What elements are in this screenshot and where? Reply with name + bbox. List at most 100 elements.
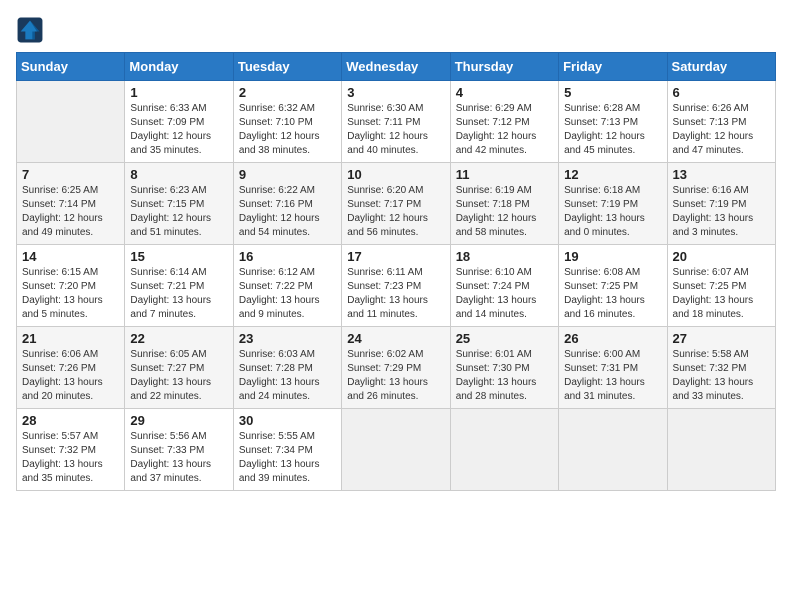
day-number: 1	[130, 85, 227, 100]
day-number: 30	[239, 413, 336, 428]
day-number: 4	[456, 85, 553, 100]
cell-sun-info: Sunrise: 6:10 AMSunset: 7:24 PMDaylight:…	[456, 266, 553, 322]
day-number: 12	[564, 167, 661, 182]
day-number: 7	[22, 167, 119, 182]
calendar-cell: 16 Sunrise: 6:12 AMSunset: 7:22 PMDayligh…	[233, 245, 341, 327]
calendar-cell: 13 Sunrise: 6:16 AMSunset: 7:19 PMDayligh…	[667, 163, 775, 245]
weekday-header-row: SundayMondayTuesdayWednesdayThursdayFrid…	[17, 53, 776, 81]
calendar-cell: 23Sunrise: 6:03 AMSunset: 7:28 PMDayligh…	[233, 327, 341, 409]
calendar-cell: 1 Sunrise: 6:33 AMSunset: 7:09 PMDaylight…	[125, 81, 233, 163]
day-number: 20	[673, 249, 770, 264]
day-number: 13	[673, 167, 770, 182]
calendar-cell: 11 Sunrise: 6:19 AMSunset: 7:18 PMDayligh…	[450, 163, 558, 245]
day-number: 8	[130, 167, 227, 182]
weekday-header-saturday: Saturday	[667, 53, 775, 81]
day-number: 29	[130, 413, 227, 428]
cell-sun-info: Sunrise: 6:19 AMSunset: 7:18 PMDaylight:…	[456, 184, 553, 240]
day-number: 2	[239, 85, 336, 100]
cell-sun-info: Sunrise: 6:01 AMSunset: 7:30 PMDaylight:…	[456, 348, 553, 404]
day-number: 25	[456, 331, 553, 346]
calendar-cell: 29 Sunrise: 5:56 AMSunset: 7:33 PMDayligh…	[125, 409, 233, 491]
calendar-cell: 19 Sunrise: 6:08 AMSunset: 7:25 PMDayligh…	[559, 245, 667, 327]
day-number: 6	[673, 85, 770, 100]
header	[16, 16, 776, 44]
calendar-cell: 22Sunrise: 6:05 AMSunset: 7:27 PMDayligh…	[125, 327, 233, 409]
day-number: 11	[456, 167, 553, 182]
cell-sun-info: Sunrise: 5:55 AMSunset: 7:34 PMDaylight:…	[239, 430, 336, 486]
cell-sun-info: Sunrise: 6:08 AMSunset: 7:25 PMDaylight:…	[564, 266, 661, 322]
calendar-cell: 4 Sunrise: 6:29 AMSunset: 7:12 PMDaylight…	[450, 81, 558, 163]
cell-sun-info: Sunrise: 6:03 AMSunset: 7:28 PMDaylight:…	[239, 348, 336, 404]
cell-sun-info: Sunrise: 6:25 AMSunset: 7:14 PMDaylight:…	[22, 184, 119, 240]
day-number: 22	[130, 331, 227, 346]
calendar-cell: 3 Sunrise: 6:30 AMSunset: 7:11 PMDaylight…	[342, 81, 450, 163]
calendar-week-row: 28 Sunrise: 5:57 AMSunset: 7:32 PMDayligh…	[17, 409, 776, 491]
calendar-cell: 9Sunrise: 6:22 AMSunset: 7:16 PMDaylight…	[233, 163, 341, 245]
calendar-cell: 2 Sunrise: 6:32 AMSunset: 7:10 PMDaylight…	[233, 81, 341, 163]
cell-sun-info: Sunrise: 6:32 AMSunset: 7:10 PMDaylight:…	[239, 102, 336, 158]
day-number: 3	[347, 85, 444, 100]
calendar-cell: 26 Sunrise: 6:00 AMSunset: 7:31 PMDayligh…	[559, 327, 667, 409]
calendar-table: SundayMondayTuesdayWednesdayThursdayFrid…	[16, 52, 776, 491]
cell-sun-info: Sunrise: 6:20 AMSunset: 7:17 PMDaylight:…	[347, 184, 444, 240]
day-number: 26	[564, 331, 661, 346]
day-number: 16	[239, 249, 336, 264]
cell-sun-info: Sunrise: 6:30 AMSunset: 7:11 PMDaylight:…	[347, 102, 444, 158]
cell-sun-info: Sunrise: 6:11 AMSunset: 7:23 PMDaylight:…	[347, 266, 444, 322]
calendar-cell	[17, 81, 125, 163]
cell-sun-info: Sunrise: 6:26 AMSunset: 7:13 PMDaylight:…	[673, 102, 770, 158]
calendar-cell: 6 Sunrise: 6:26 AMSunset: 7:13 PMDaylight…	[667, 81, 775, 163]
calendar-cell	[342, 409, 450, 491]
logo-icon	[16, 16, 44, 44]
cell-sun-info: Sunrise: 5:56 AMSunset: 7:33 PMDaylight:…	[130, 430, 227, 486]
weekday-header-sunday: Sunday	[17, 53, 125, 81]
day-number: 5	[564, 85, 661, 100]
calendar-cell: 28 Sunrise: 5:57 AMSunset: 7:32 PMDayligh…	[17, 409, 125, 491]
cell-sun-info: Sunrise: 5:58 AMSunset: 7:32 PMDaylight:…	[673, 348, 770, 404]
calendar-week-row: 14 Sunrise: 6:15 AMSunset: 7:20 PMDayligh…	[17, 245, 776, 327]
day-number: 17	[347, 249, 444, 264]
cell-sun-info: Sunrise: 6:06 AMSunset: 7:26 PMDaylight:…	[22, 348, 119, 404]
cell-sun-info: Sunrise: 6:22 AMSunset: 7:16 PMDaylight:…	[239, 184, 336, 240]
day-number: 18	[456, 249, 553, 264]
weekday-header-thursday: Thursday	[450, 53, 558, 81]
calendar-cell: 30 Sunrise: 5:55 AMSunset: 7:34 PMDayligh…	[233, 409, 341, 491]
calendar-cell: 8 Sunrise: 6:23 AMSunset: 7:15 PMDaylight…	[125, 163, 233, 245]
logo	[16, 16, 48, 44]
cell-sun-info: Sunrise: 5:57 AMSunset: 7:32 PMDaylight:…	[22, 430, 119, 486]
calendar-cell: 7 Sunrise: 6:25 AMSunset: 7:14 PMDaylight…	[17, 163, 125, 245]
calendar-cell: 20Sunrise: 6:07 AMSunset: 7:25 PMDayligh…	[667, 245, 775, 327]
calendar-cell: 15Sunrise: 6:14 AMSunset: 7:21 PMDayligh…	[125, 245, 233, 327]
weekday-header-wednesday: Wednesday	[342, 53, 450, 81]
calendar-cell: 14 Sunrise: 6:15 AMSunset: 7:20 PMDayligh…	[17, 245, 125, 327]
day-number: 27	[673, 331, 770, 346]
cell-sun-info: Sunrise: 6:29 AMSunset: 7:12 PMDaylight:…	[456, 102, 553, 158]
day-number: 21	[22, 331, 119, 346]
cell-sun-info: Sunrise: 6:00 AMSunset: 7:31 PMDaylight:…	[564, 348, 661, 404]
calendar-cell: 10 Sunrise: 6:20 AMSunset: 7:17 PMDayligh…	[342, 163, 450, 245]
day-number: 19	[564, 249, 661, 264]
calendar-week-row: 7 Sunrise: 6:25 AMSunset: 7:14 PMDaylight…	[17, 163, 776, 245]
calendar-cell: 5 Sunrise: 6:28 AMSunset: 7:13 PMDaylight…	[559, 81, 667, 163]
calendar-week-row: 21 Sunrise: 6:06 AMSunset: 7:26 PMDayligh…	[17, 327, 776, 409]
calendar-cell	[450, 409, 558, 491]
calendar-cell: 12 Sunrise: 6:18 AMSunset: 7:19 PMDayligh…	[559, 163, 667, 245]
day-number: 10	[347, 167, 444, 182]
cell-sun-info: Sunrise: 6:33 AMSunset: 7:09 PMDaylight:…	[130, 102, 227, 158]
calendar-cell: 18 Sunrise: 6:10 AMSunset: 7:24 PMDayligh…	[450, 245, 558, 327]
calendar-week-row: 1 Sunrise: 6:33 AMSunset: 7:09 PMDaylight…	[17, 81, 776, 163]
calendar-cell: 24Sunrise: 6:02 AMSunset: 7:29 PMDayligh…	[342, 327, 450, 409]
cell-sun-info: Sunrise: 6:18 AMSunset: 7:19 PMDaylight:…	[564, 184, 661, 240]
day-number: 24	[347, 331, 444, 346]
day-number: 28	[22, 413, 119, 428]
calendar-cell	[667, 409, 775, 491]
weekday-header-monday: Monday	[125, 53, 233, 81]
weekday-header-tuesday: Tuesday	[233, 53, 341, 81]
cell-sun-info: Sunrise: 6:23 AMSunset: 7:15 PMDaylight:…	[130, 184, 227, 240]
day-number: 14	[22, 249, 119, 264]
cell-sun-info: Sunrise: 6:12 AMSunset: 7:22 PMDaylight:…	[239, 266, 336, 322]
cell-sun-info: Sunrise: 6:28 AMSunset: 7:13 PMDaylight:…	[564, 102, 661, 158]
calendar-cell: 27 Sunrise: 5:58 AMSunset: 7:32 PMDayligh…	[667, 327, 775, 409]
cell-sun-info: Sunrise: 6:15 AMSunset: 7:20 PMDaylight:…	[22, 266, 119, 322]
cell-sun-info: Sunrise: 6:16 AMSunset: 7:19 PMDaylight:…	[673, 184, 770, 240]
